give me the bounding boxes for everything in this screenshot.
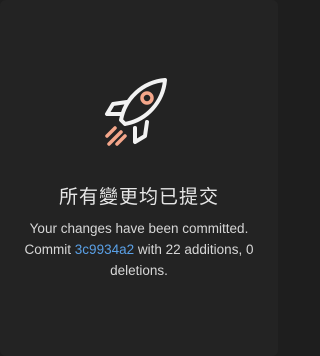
commit-success-panel: 所有變更均已提交 Your changes have been committe… — [0, 0, 278, 356]
commit-hash-link[interactable]: 3c9934a2 — [75, 242, 134, 257]
commit-prefix: Commit — [24, 242, 72, 257]
message-line-1: Your changes have been committed. — [29, 221, 249, 236]
rocket-icon — [91, 62, 187, 158]
commit-message: Your changes have been committed. Commit… — [14, 218, 264, 281]
page-title: 所有變更均已提交 — [58, 186, 219, 208]
